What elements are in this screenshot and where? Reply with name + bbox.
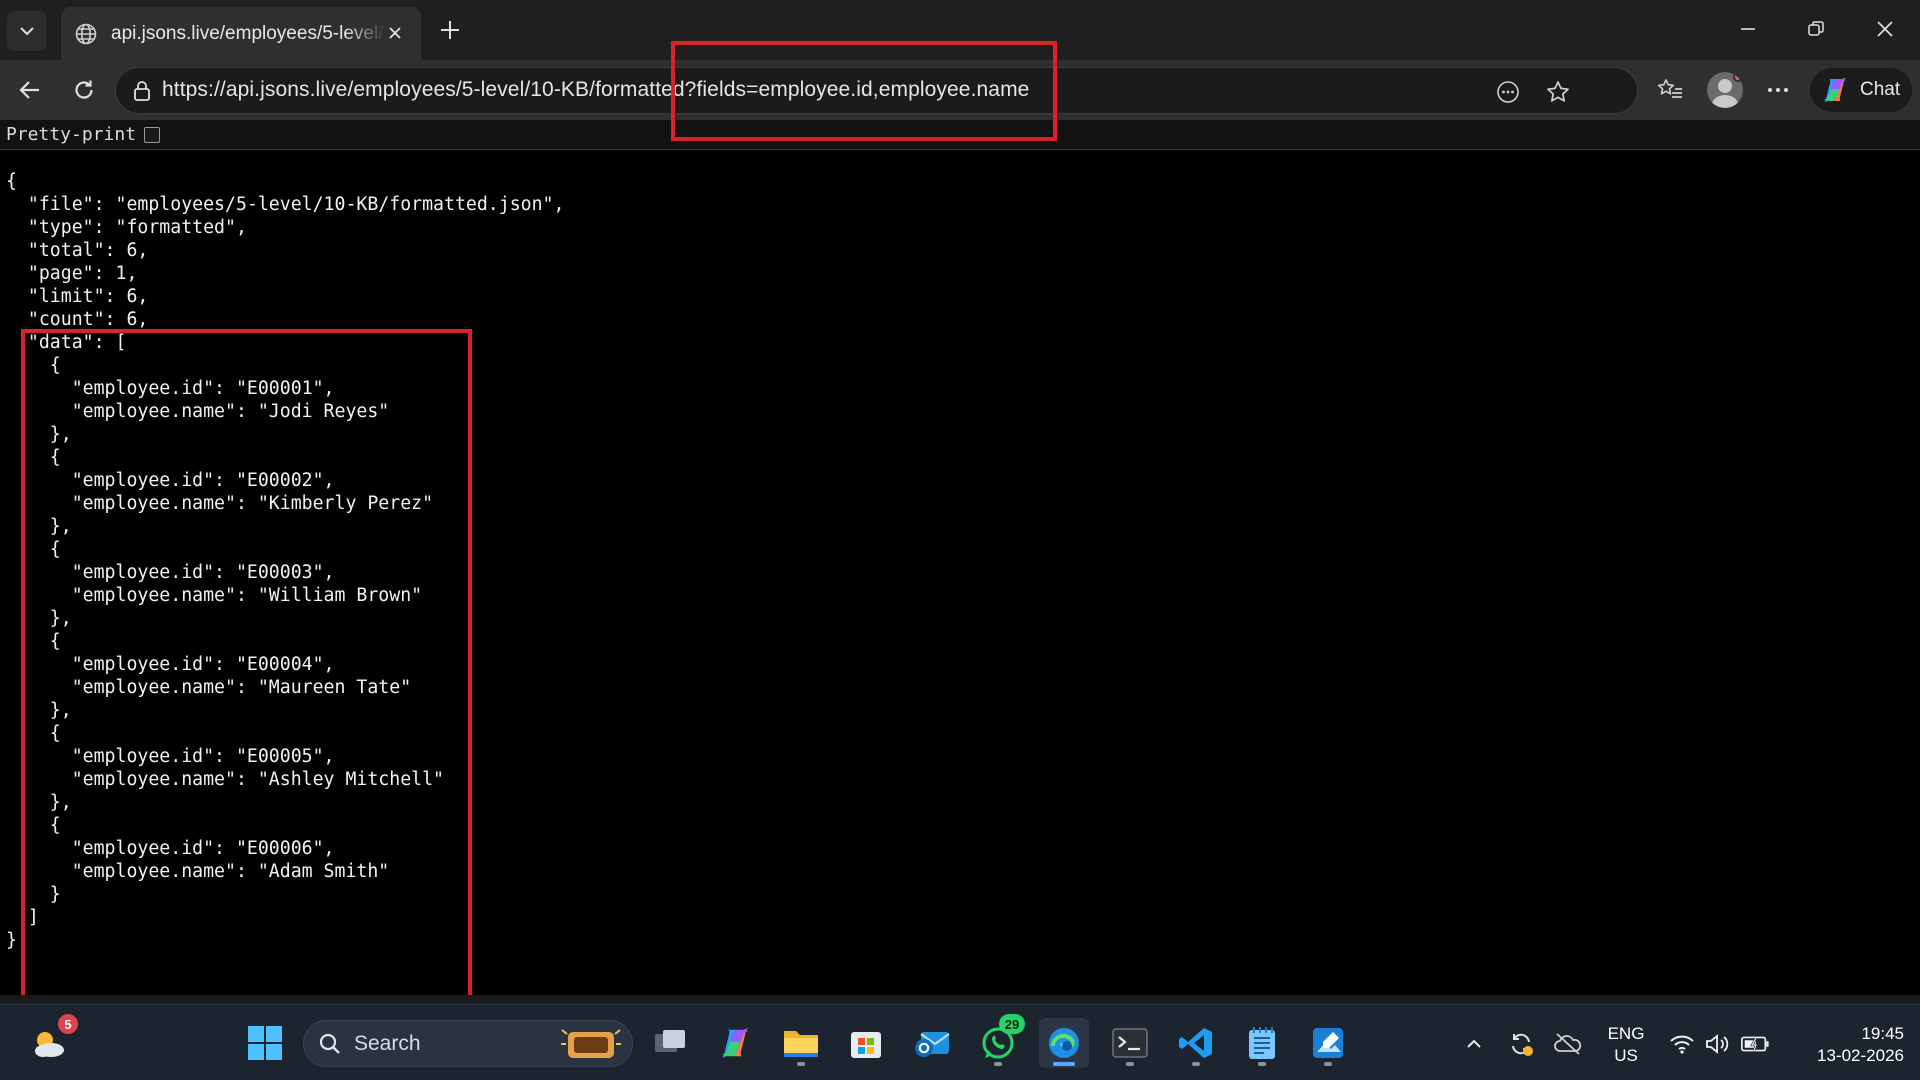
page-content: Pretty-print { "file": "employees/5-leve…: [0, 120, 1920, 1077]
copilot-icon: [721, 1028, 749, 1058]
notepad-app[interactable]: [1237, 1018, 1287, 1068]
task-view-icon: [655, 1030, 685, 1052]
more-horizontal-icon: [1768, 88, 1788, 92]
vscode-icon: [1179, 1028, 1212, 1058]
weather-widget[interactable]: 5: [24, 1014, 78, 1068]
clock[interactable]: 19:45 13-02-2026: [1792, 1023, 1904, 1067]
folder-icon: [784, 1031, 818, 1057]
favorites-list-icon: [1657, 79, 1682, 98]
running-indicator: [1258, 1062, 1266, 1066]
start-button[interactable]: [240, 1018, 290, 1068]
windows-taskbar: 5 Search 29 ENG US 19:45 13-02-2026: [0, 1004, 1920, 1080]
minimize-icon: [1741, 28, 1755, 30]
active-tab[interactable]: api.jsons.live/employees/5-level/10-KB/f…: [61, 7, 421, 60]
notepad-icon: [1249, 1027, 1275, 1059]
search-highlight-icon: [561, 1029, 621, 1058]
outlook-app[interactable]: [907, 1018, 957, 1068]
arrow-left-icon: [19, 81, 39, 99]
close-icon: [1877, 21, 1893, 37]
chat-label: Chat: [1860, 79, 1901, 100]
chevron-down-icon: [20, 27, 34, 36]
tab-title: api.jsons.live/employees/5-level/10-KB/f…: [111, 22, 386, 44]
running-indicator: [994, 1062, 1002, 1066]
back-button[interactable]: [10, 70, 50, 110]
restore-icon: [1808, 21, 1824, 36]
reload-button[interactable]: [64, 70, 104, 110]
running-indicator: [1192, 1062, 1200, 1066]
weather-badge: 5: [58, 1014, 78, 1034]
wifi-icon[interactable]: [1667, 1029, 1697, 1059]
edge-browser-icon: [1049, 1028, 1079, 1058]
plus-icon: [441, 21, 459, 39]
profile-avatar[interactable]: [1707, 72, 1743, 108]
battery-charging-icon[interactable]: [1740, 1029, 1770, 1059]
lock-icon[interactable]: [130, 79, 154, 103]
minimize-button[interactable]: [1725, 8, 1771, 50]
pretty-print-checkbox[interactable]: [144, 126, 161, 143]
terminal-icon: [1112, 1028, 1148, 1058]
image-edit-icon: [1313, 1028, 1343, 1058]
vscode-app[interactable]: [1171, 1018, 1221, 1068]
language-indicator[interactable]: ENG US: [1600, 1023, 1652, 1067]
running-indicator: [1324, 1062, 1332, 1066]
show-hidden-icons-button[interactable]: [1459, 1029, 1489, 1059]
edge-app[interactable]: [1039, 1018, 1089, 1068]
task-view-button[interactable]: [645, 1018, 695, 1068]
onedrive-offline-icon[interactable]: [1553, 1029, 1583, 1059]
favorites-button[interactable]: [1650, 70, 1690, 110]
whatsapp-app[interactable]: 29: [973, 1014, 1025, 1068]
close-window-button[interactable]: [1862, 8, 1908, 50]
search-label: Search: [354, 1031, 421, 1055]
copilot-chat-button[interactable]: Chat: [1810, 68, 1912, 112]
mail-icon: [915, 1032, 950, 1057]
pretty-print-label: Pretty-print: [6, 124, 137, 145]
windows-logo-icon: [248, 1026, 282, 1060]
region-code: US: [1614, 1046, 1638, 1065]
horizontal-scrollbar[interactable]: [0, 995, 1920, 1004]
clock-date: 13-02-2026: [1817, 1046, 1904, 1065]
restore-button[interactable]: [1793, 8, 1839, 50]
new-tab-button[interactable]: [432, 12, 468, 48]
notification-dot: [1733, 72, 1743, 82]
settings-more-button[interactable]: [1758, 70, 1798, 110]
running-indicator: [1053, 1062, 1075, 1066]
close-tab-icon[interactable]: [383, 21, 407, 45]
terminal-app[interactable]: [1105, 1018, 1155, 1068]
store-icon: [851, 1032, 881, 1058]
url-query-highlight-box: [671, 41, 1057, 141]
refresh-icon: [75, 80, 93, 99]
taskbar-search[interactable]: Search: [303, 1020, 633, 1067]
running-indicator: [797, 1062, 805, 1066]
favorite-star-icon[interactable]: [1541, 75, 1575, 109]
language-code: ENG: [1607, 1024, 1645, 1043]
search-icon: [319, 1033, 340, 1054]
globe-icon: [73, 21, 99, 47]
whatsapp-badge: 29: [999, 1014, 1025, 1034]
read-aloud-icon[interactable]: [1491, 75, 1525, 109]
copilot-icon: [1824, 78, 1846, 102]
sync-status-icon[interactable]: [1506, 1029, 1536, 1059]
data-array-highlight-box: [21, 329, 472, 1077]
chevron-up-icon: [1467, 1039, 1481, 1048]
volume-icon[interactable]: [1702, 1029, 1732, 1059]
copilot-app[interactable]: [710, 1018, 760, 1068]
tab-list-button[interactable]: [7, 11, 47, 51]
running-indicator: [1126, 1062, 1134, 1066]
clock-time: 19:45: [1861, 1024, 1904, 1043]
file-explorer-app[interactable]: [776, 1018, 826, 1068]
microsoft-store-app[interactable]: [841, 1018, 891, 1068]
snipping-tool-app[interactable]: [1303, 1018, 1353, 1068]
